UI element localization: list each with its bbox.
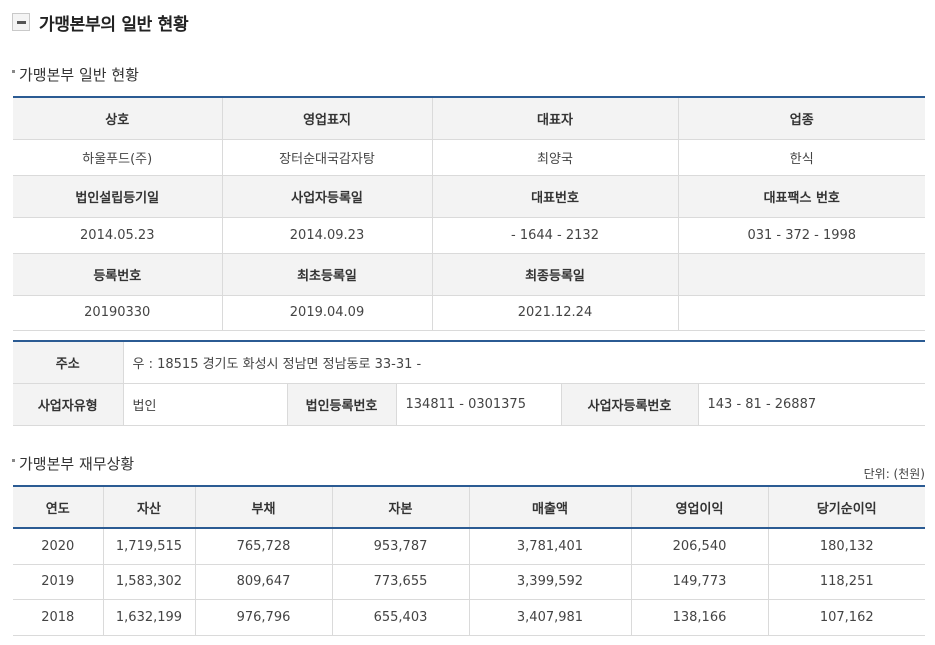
header-cell: 등록번호 [13,252,223,296]
liabilities-cell: 809,647 [194,563,333,600]
main-phone: - 1644 - 2132 [431,216,679,254]
finance-header-row: 연도 자산 부채 자본 매출액 영업이익 당기순이익 [13,485,925,529]
main-fax: 031 - 372 - 1998 [677,216,925,254]
business-registration-date: 2014.09.23 [221,216,433,254]
header-cell [677,252,925,296]
header-cell: 당기순이익 [767,485,925,529]
finance-table: 연도 자산 부채 자본 매출액 영업이익 당기순이익 2020 1,719,51… [13,485,925,636]
header-cell: 부채 [194,485,333,529]
minus-icon [16,20,26,24]
year-cell: 2018 [13,598,104,636]
header-row: 상호 영업표지 대표자 업종 [13,96,925,140]
incorporation-date: 2014.05.23 [13,216,223,254]
revenue-cell: 3,407,981 [468,598,632,636]
unit-note: 단위: (천원) [863,467,925,481]
finance-section-title-text: 가맹본부 재무상황 [19,455,135,473]
general-section-title: 가맹본부 일반 현황 [12,64,139,85]
table-row: 2018 1,632,199 976,796 655,403 3,407,981… [13,598,925,636]
liabilities-cell: 976,796 [194,598,333,636]
revenue-cell: 3,399,592 [468,563,632,600]
year-cell: 2020 [13,527,104,565]
equity-cell: 655,403 [331,598,470,636]
operating-income-cell: 138,166 [630,598,769,636]
net-income-cell: 118,251 [767,563,925,600]
assets-cell: 1,632,199 [102,598,196,636]
biz-reg-label: 사업자등록번호 [560,382,699,426]
header-cell: 자산 [102,485,196,529]
finance-section-title: 가맹본부 재무상황 [12,453,134,474]
biz-reg-value: 143 - 81 - 26887 [697,382,925,426]
address-table: 주소 우 : 18515 경기도 화성시 정남면 정남동로 33-31 - 사업… [13,340,925,426]
brand-name: 장터순대국감자탕 [221,138,433,176]
year-cell: 2019 [13,563,104,600]
corp-reg-label: 법인등록번호 [286,382,397,426]
biz-type-label: 사업자유형 [13,382,124,426]
biz-type-value: 법인 [122,382,288,426]
general-info-table: 상호 영업표지 대표자 업종 하울푸드(주) 장터순대국감자탕 최양국 한식 법… [13,96,925,331]
header-cell: 영업표지 [221,96,433,140]
revenue-cell: 3,781,401 [468,527,632,565]
header-cell: 최초등록일 [221,252,433,296]
general-section-title-text: 가맹본부 일반 현황 [19,66,139,84]
header-cell: 법인설립등기일 [13,174,223,218]
header-cell: 업종 [677,96,925,140]
header-cell: 사업자등록일 [221,174,433,218]
ceo-name: 최양국 [431,138,679,176]
header-row: 법인설립등기일 사업자등록일 대표번호 대표팩스 번호 [13,174,925,218]
page-title: 가맹본부의 일반 현황 [39,14,189,35]
operating-income-cell: 206,540 [630,527,769,565]
header-cell: 대표번호 [431,174,679,218]
operating-income-cell: 149,773 [630,563,769,600]
assets-cell: 1,583,302 [102,563,196,600]
equity-cell: 773,655 [331,563,470,600]
liabilities-cell: 765,728 [194,527,333,565]
net-income-cell: 107,162 [767,598,925,636]
empty-cell [677,294,925,331]
registration-number: 20190330 [13,294,223,331]
header-cell: 영업이익 [630,485,769,529]
net-income-cell: 180,132 [767,527,925,565]
value-row: 2014.05.23 2014.09.23 - 1644 - 2132 031 … [13,216,925,254]
table-row: 2020 1,719,515 765,728 953,787 3,781,401… [13,527,925,565]
value-row: 20190330 2019.04.09 2021.12.24 [13,294,925,331]
last-registration-date: 2021.12.24 [431,294,679,331]
assets-cell: 1,719,515 [102,527,196,565]
header-row: 등록번호 최초등록일 최종등록일 [13,252,925,296]
page-header: 가맹본부의 일반 현황 [12,9,189,35]
equity-cell: 953,787 [331,527,470,565]
header-cell: 최종등록일 [431,252,679,296]
corp-reg-value: 134811 - 0301375 [395,382,562,426]
header-cell: 상호 [13,96,223,140]
business-category: 한식 [677,138,925,176]
company-name: 하울푸드(주) [13,138,223,176]
table-row: 2019 1,583,302 809,647 773,655 3,399,592… [13,563,925,600]
registration-row: 사업자유형 법인 법인등록번호 134811 - 0301375 사업자등록번호… [13,382,925,426]
bullet-icon [12,459,15,462]
address-label: 주소 [13,340,124,384]
header-cell: 대표팩스 번호 [677,174,925,218]
header-cell: 매출액 [468,485,632,529]
address-row: 주소 우 : 18515 경기도 화성시 정남면 정남동로 33-31 - [13,340,925,384]
bullet-icon [12,70,15,73]
address-value: 우 : 18515 경기도 화성시 정남면 정남동로 33-31 - [122,340,925,384]
first-registration-date: 2019.04.09 [221,294,433,331]
header-cell: 대표자 [431,96,679,140]
value-row: 하울푸드(주) 장터순대국감자탕 최양국 한식 [13,138,925,176]
header-cell: 연도 [13,485,104,529]
collapse-toggle-button[interactable] [12,13,30,31]
header-cell: 자본 [331,485,470,529]
